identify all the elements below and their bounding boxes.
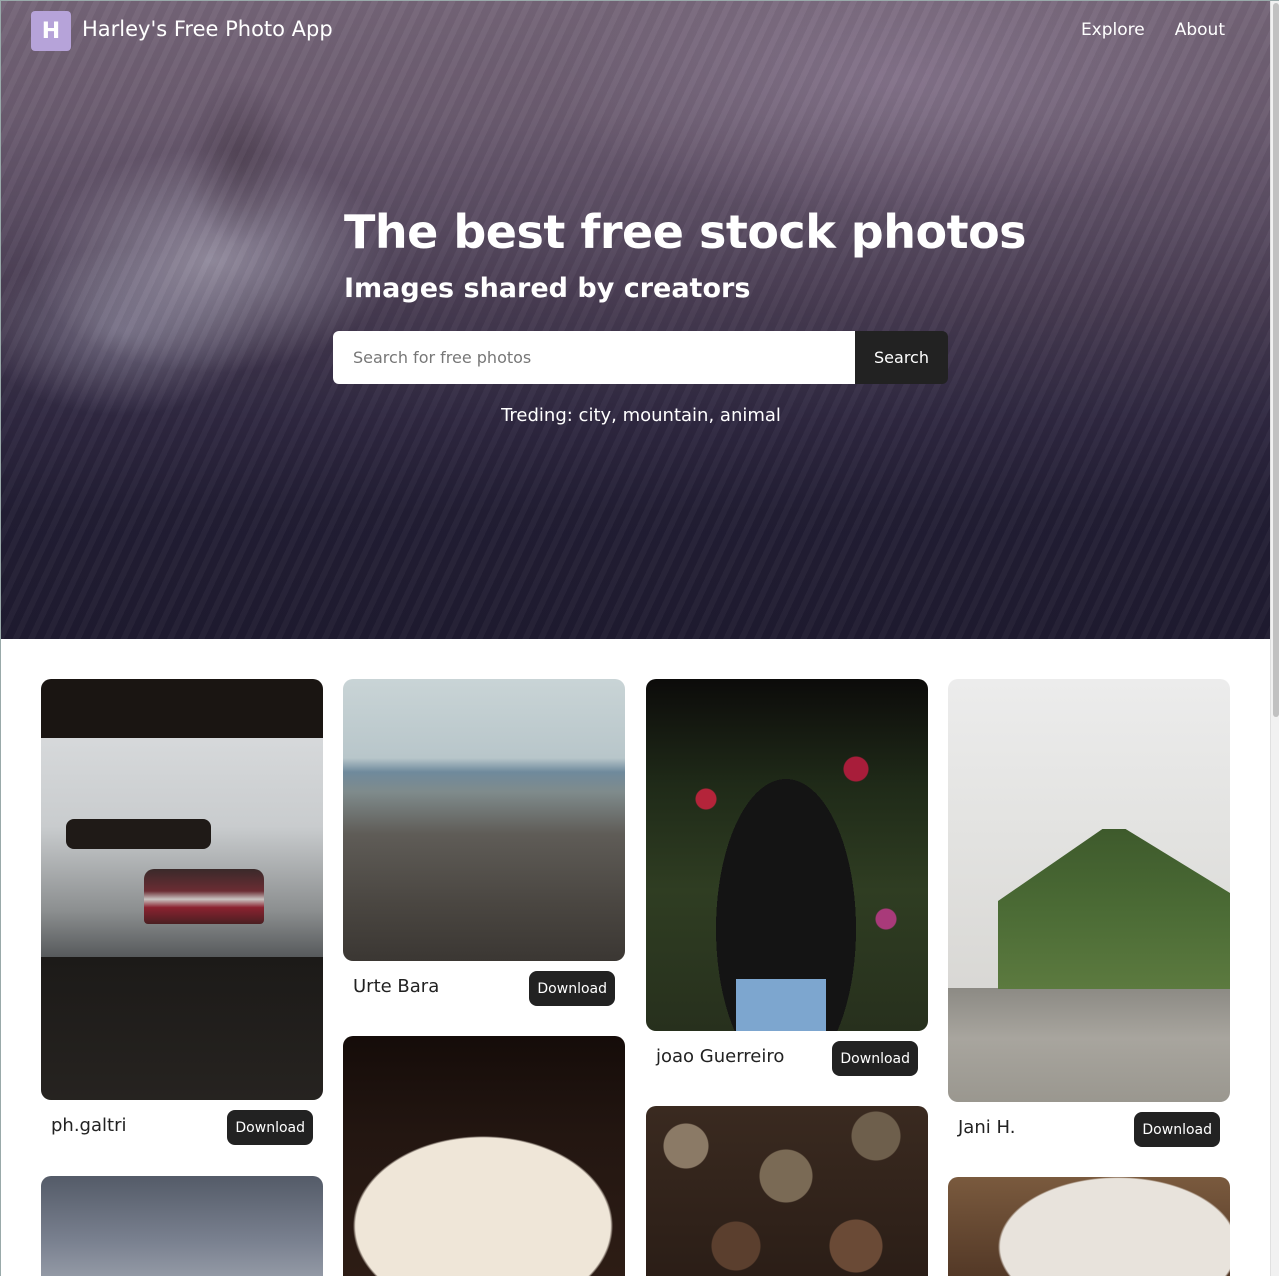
photo-image[interactable] <box>41 679 323 1100</box>
download-button[interactable]: Download <box>529 971 615 1006</box>
photo-author[interactable]: ph.galtri <box>51 1115 126 1136</box>
nav-links: Explore About <box>1081 20 1225 40</box>
photo-gallery: ph.galtri Download Urte Bara Download jo… <box>1 639 1271 1276</box>
hero-title: The best free stock photos <box>344 205 1027 259</box>
download-button[interactable]: Download <box>832 1041 918 1076</box>
brand-name[interactable]: Harley's Free Photo App <box>82 17 333 41</box>
photo-card <box>41 1176 323 1276</box>
car-shape <box>144 869 264 924</box>
photo-card: Urte Bara Download <box>343 679 625 1011</box>
search-input[interactable] <box>333 331 855 384</box>
hero-subtitle: Images shared by creators <box>344 273 751 304</box>
nav-link-explore[interactable]: Explore <box>1081 20 1145 40</box>
search-bar: Search <box>333 331 948 384</box>
photo-image[interactable] <box>646 1106 928 1276</box>
logo-icon[interactable]: H <box>31 11 71 51</box>
photo-card: joao Guerreiro Download <box>646 679 928 1081</box>
nav-link-about[interactable]: About <box>1175 20 1225 40</box>
photo-image[interactable] <box>646 679 928 1031</box>
house-shape <box>998 829 1230 989</box>
photo-image[interactable] <box>41 1176 323 1276</box>
photo-card-footer: ph.galtri Download <box>41 1100 323 1150</box>
photo-image[interactable] <box>948 1177 1230 1276</box>
hero-section: H Harley's Free Photo App Explore About … <box>1 1 1271 639</box>
photo-image[interactable] <box>948 679 1230 1102</box>
photo-card <box>646 1106 928 1276</box>
photo-image[interactable] <box>343 1036 625 1276</box>
download-button[interactable]: Download <box>1134 1112 1220 1147</box>
download-button[interactable]: Download <box>227 1110 313 1145</box>
photo-card-footer: Urte Bara Download <box>343 961 625 1011</box>
page-scrollbar[interactable] <box>1270 1 1279 1276</box>
photo-card <box>948 1177 1230 1276</box>
hero-background-image <box>1 1 1271 639</box>
photo-author[interactable]: Jani H. <box>958 1117 1015 1138</box>
photo-image[interactable] <box>343 679 625 961</box>
navbar: H Harley's Free Photo App Explore About <box>1 1 1271 63</box>
photo-card: ph.galtri Download <box>41 679 323 1150</box>
photo-card <box>343 1036 625 1276</box>
photo-author[interactable]: joao Guerreiro <box>656 1046 784 1067</box>
person-jeans-shape <box>736 979 826 1031</box>
trending-text: Treding: city, mountain, animal <box>501 405 781 426</box>
photo-card: Jani H. Download <box>948 679 1230 1152</box>
photo-card-footer: Jani H. Download <box>948 1102 1230 1152</box>
photo-author[interactable]: Urte Bara <box>353 976 439 997</box>
scrollbar-thumb[interactable] <box>1273 3 1279 717</box>
search-button[interactable]: Search <box>855 331 948 384</box>
rearview-mirror-shape <box>66 819 211 849</box>
photo-card-footer: joao Guerreiro Download <box>646 1031 928 1081</box>
